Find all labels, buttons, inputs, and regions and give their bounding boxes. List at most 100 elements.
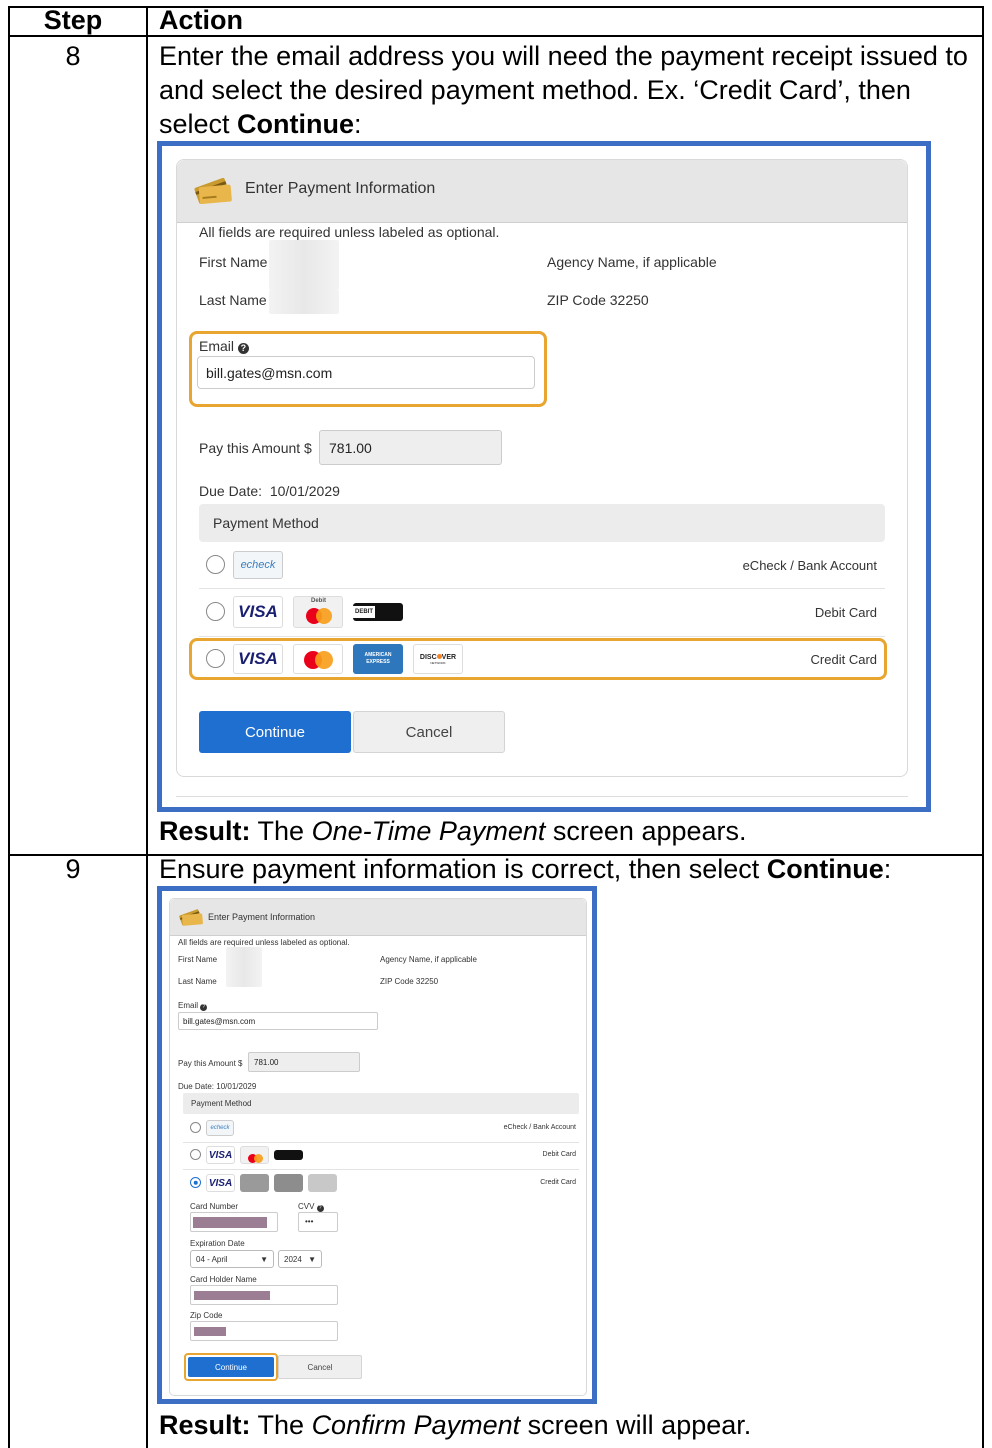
email-label-text: Email — [199, 338, 235, 354]
mastercard-logo-small-greyed — [240, 1174, 269, 1192]
panel-title-small: Enter Payment Information — [208, 912, 316, 922]
debit-label: Debit Card — [814, 605, 877, 620]
amount-value-small: 781.00 — [254, 1058, 279, 1067]
cancel-button-small[interactable]: Cancel — [278, 1355, 362, 1379]
continue-button-small[interactable]: Continue — [188, 1357, 274, 1377]
amount-field: 781.00 — [319, 430, 502, 465]
method-separator-1 — [199, 588, 885, 589]
page-bottom-rule — [176, 796, 908, 797]
step-9-result-screen: Confirm Payment — [311, 1410, 521, 1440]
radio-echeck[interactable] — [206, 555, 225, 574]
email-input-small[interactable]: bill.gates@msn.com — [178, 1012, 378, 1030]
first-name-label-small: First Name — [178, 955, 218, 964]
chevron-down-icon: ▼ — [308, 1254, 316, 1264]
echeck-logo: echeck — [233, 551, 283, 579]
mastercard-yellow-circle — [316, 608, 332, 624]
name-redacted-small — [226, 947, 262, 987]
expiration-month-value: 04 - April — [196, 1254, 228, 1264]
screenshot-payment-form-completed: Enter Payment Information All fields are… — [157, 886, 597, 1404]
amex-line2: EXPRESS — [366, 659, 390, 665]
card-number-input[interactable] — [190, 1212, 278, 1232]
discover-logo: DISC VER NETWORK — [413, 644, 463, 674]
discover-logo-small-greyed — [308, 1174, 337, 1192]
payment-panel-small: Enter Payment Information All fields are… — [169, 898, 587, 1396]
table-border-right — [982, 6, 984, 1448]
email-value-small: bill.gates@msn.com — [183, 1017, 256, 1026]
amount-value: 781.00 — [329, 440, 372, 456]
step-9-instruction-bold: Continue — [766, 854, 884, 884]
expiration-year-select[interactable]: 2024 ▼ — [278, 1250, 322, 1268]
echeck-logo-small: echeck — [206, 1120, 234, 1136]
continue-button[interactable]: Continue — [199, 711, 351, 753]
email-input[interactable]: bill.gates@msn.com — [197, 356, 535, 389]
question-circle-icon[interactable]: ? — [200, 1004, 208, 1011]
table-border-left — [8, 6, 10, 1448]
debit-label-small: Debit Card — [542, 1151, 576, 1158]
radio-echeck-small[interactable] — [190, 1122, 201, 1133]
step-9-result-post: screen will appear. — [520, 1410, 752, 1440]
header-action: Action — [159, 5, 243, 35]
step-9-instruction: Ensure payment information is correct, t… — [159, 852, 891, 886]
zip-code-input[interactable] — [190, 1321, 338, 1341]
zip-text-small: ZIP Code 32250 — [380, 977, 439, 986]
first-name-label: First Name — [199, 254, 268, 270]
mastercard-yellow-circle — [315, 651, 333, 669]
radio-credit-small-selected[interactable] — [190, 1177, 201, 1188]
cvv-label: CVV ? — [298, 1202, 324, 1212]
card-holder-redacted — [194, 1291, 270, 1300]
question-circle-icon[interactable]: ? — [237, 343, 249, 354]
panel-header: Enter Payment Information — [177, 160, 907, 223]
discover-debit-logo-small — [274, 1150, 303, 1160]
discover-pre: DISC — [419, 653, 437, 661]
debit-tag: Debit — [311, 598, 326, 604]
due-date-value-small: 10/01/2029 — [216, 1082, 257, 1091]
screenshot-payment-form: Enter Payment Information All fields are… — [157, 141, 931, 812]
card-holder-label: Card Holder Name — [190, 1275, 257, 1284]
mastercard-debit-logo-small — [240, 1146, 269, 1164]
amount-label: Pay this Amount $ — [199, 440, 312, 456]
visa-debit-logo: VISA — [233, 596, 283, 628]
payment-panel: Enter Payment Information All fields are… — [176, 159, 908, 777]
step-8-instruction-bold: Continue — [237, 109, 355, 139]
first-name-value-redacted — [269, 240, 339, 290]
payment-method-header-small: Payment Method — [191, 1099, 252, 1108]
step-number-9: 9 — [65, 854, 81, 884]
email-label: Email ? — [199, 338, 249, 354]
card-number-redacted — [193, 1217, 267, 1228]
zip-code-label: Zip Code — [190, 1311, 223, 1320]
radio-debit[interactable] — [206, 602, 225, 621]
panel-title: Enter Payment Information — [245, 180, 436, 197]
radio-credit[interactable] — [206, 649, 225, 668]
method-separator-small-1 — [183, 1142, 579, 1143]
discover-wordmark: DISC VER — [419, 653, 456, 661]
credit-label-small: Credit Card — [540, 1179, 576, 1186]
amex-line1: AMERICAN — [364, 652, 392, 658]
credit-label: Credit Card — [810, 652, 877, 667]
panel-header-small: Enter Payment Information — [170, 899, 586, 936]
step-9-instruction-end: : — [883, 854, 892, 884]
amex-logo: AMERICAN EXPRESS — [353, 644, 403, 674]
card-holder-input[interactable] — [190, 1285, 338, 1305]
credit-card-icon — [179, 909, 203, 926]
email-label-text-small: Email — [178, 1001, 199, 1010]
method-separator-2 — [199, 636, 885, 637]
expiration-month-select[interactable]: 04 - April ▼ — [190, 1250, 274, 1268]
question-circle-icon[interactable]: ? — [316, 1205, 324, 1212]
amount-label-small: Pay this Amount $ — [178, 1059, 243, 1068]
visa-debit-logo-small: VISA — [206, 1146, 235, 1164]
last-name-label-small: Last Name — [178, 977, 217, 986]
step-8-result-pre: The — [250, 816, 312, 846]
step-9-instruction-text: Ensure payment information is correct, t… — [159, 854, 767, 884]
step-9-result: Result: The Confirm Payment screen will … — [159, 1408, 751, 1442]
due-date-small: Due Date: 10/01/2029 — [178, 1082, 256, 1091]
visa-logo: VISA — [233, 644, 283, 674]
amount-field-small: 781.00 — [248, 1052, 360, 1072]
radio-debit-small[interactable] — [190, 1149, 201, 1160]
cancel-button[interactable]: Cancel — [353, 711, 505, 753]
discover-network: NETWORK — [430, 660, 446, 665]
table-border-top — [8, 6, 984, 8]
cvv-input[interactable]: ••• — [298, 1212, 338, 1232]
required-note-small: All fields are required unless labeled a… — [178, 938, 350, 947]
method-separator-small-2 — [183, 1169, 579, 1170]
step-9-result-pre: The — [250, 1410, 312, 1440]
